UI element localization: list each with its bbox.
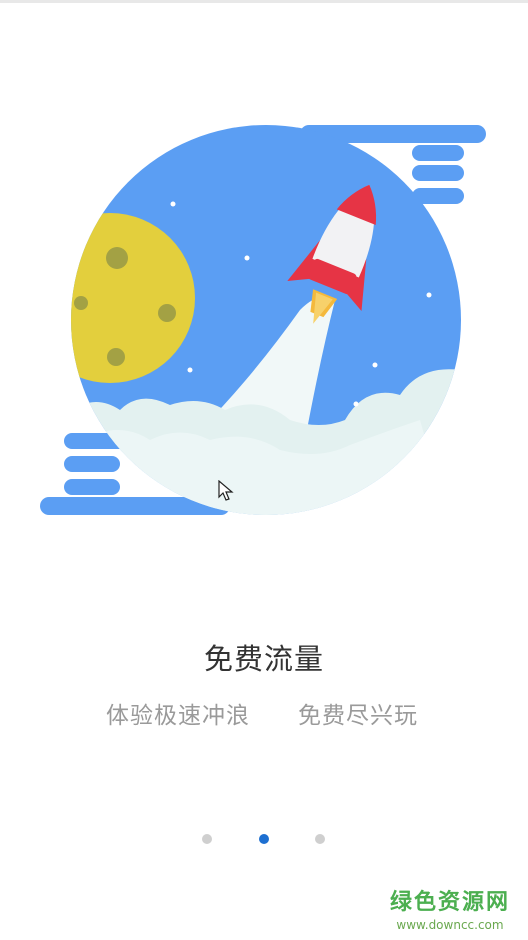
page-indicator [0,834,528,846]
watermark-name: 绿色资源网 [390,890,511,915]
onboarding-title: 免费流量 [203,642,324,676]
page-dot-3[interactable] [315,834,325,844]
rocket-launch-illustration [40,125,486,515]
page-dot-1[interactable] [202,834,212,844]
onboarding-subtitle-right: 免费尽兴玩 [298,703,418,729]
watermark-url: www.downcc.com [396,918,504,932]
onboarding-subtitle-left: 体验极速冲浪 [106,703,250,729]
page-dot-2[interactable] [259,834,269,844]
mouse-pointer-icon [218,480,234,501]
watermark: 绿色资源网 www.downcc.com [390,884,510,932]
moon [71,213,195,383]
